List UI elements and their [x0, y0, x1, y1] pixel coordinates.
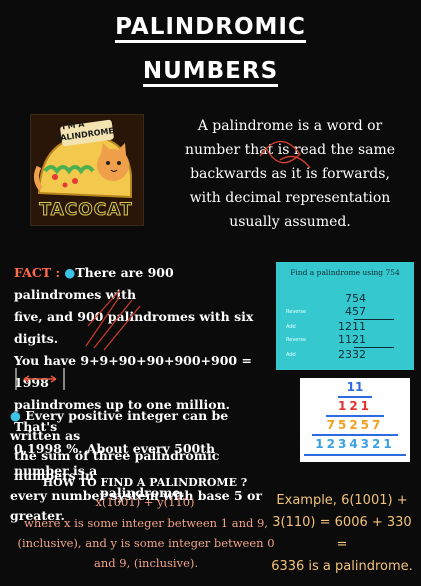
panel-row: Reverse 457: [276, 305, 414, 319]
row-label: Add: [286, 352, 296, 358]
every-bullet-icon: ●: [10, 408, 21, 423]
title-text-1: PALINDROMIC: [115, 14, 306, 43]
fact-label: FACT :: [14, 265, 61, 280]
definition-line: with decimal representation: [189, 190, 391, 206]
row-value: 1211: [338, 320, 366, 333]
pyramid-row: 11: [346, 380, 364, 394]
row-value: 457: [345, 305, 366, 318]
page-title-line1: PALINDROMIC: [0, 14, 421, 43]
panel-row: Add 1211: [276, 320, 414, 334]
tacocat-label: TACOCAT: [39, 200, 133, 221]
howto-title: HOW TO FIND A PALINDROME ?: [42, 476, 248, 489]
row-value: 754: [345, 292, 366, 305]
scribble-decoration: [259, 140, 311, 169]
pyramid-bar: [312, 434, 398, 436]
howto-body: where x is some integer between 1 and 9,…: [12, 513, 280, 573]
panel-header: Find a palindrome using 754: [290, 268, 400, 277]
howto-line: (inclusive), and y is some integer betwe…: [17, 536, 275, 550]
definition-line: usually assumed.: [229, 214, 351, 230]
scribble-decoration: [85, 289, 141, 351]
palindrome-754-panel: Find a palindrome using 754 754 Reverse …: [276, 262, 414, 370]
pyramid-row: 75257: [326, 418, 384, 432]
row-label: Add: [286, 324, 296, 330]
row-label: Reverse: [286, 309, 307, 315]
row-value: 2332: [338, 348, 366, 361]
row-value: 1121: [338, 333, 366, 346]
row-label: Reverse: [286, 337, 307, 343]
howto-line: where x is some integer between 1 and 9,: [24, 516, 268, 530]
page-title-line2: NUMBERS: [0, 58, 421, 87]
pyramid-bar: [326, 415, 384, 417]
howto-line: and 9, (inclusive).: [93, 556, 199, 570]
double-arrow-icon: [15, 368, 65, 390]
pyramid-row: 121: [337, 399, 373, 413]
panel-row: 754: [276, 292, 414, 306]
pyramid-row: 1234321: [315, 437, 395, 451]
example-line: Example, 6(1001) +: [276, 493, 408, 508]
pyramid-bar: [338, 396, 372, 398]
every-line: Every positive integer can be written as: [10, 408, 229, 443]
example-block: Example, 6(1001) + 3(110) = 6006 + 330 =…: [266, 490, 418, 578]
pyramid-bar: [304, 454, 406, 456]
example-line: 6336 is a palindrome.: [271, 559, 413, 574]
panel-row: Add 2332: [276, 348, 414, 362]
title-text-2: NUMBERS: [142, 58, 279, 87]
fact-bullet-icon: ●: [64, 265, 76, 280]
howto-formula: x(1001) + y(110): [95, 495, 195, 509]
palindrome-pyramid: 11 121 75257 1234321: [300, 378, 410, 462]
example-line: 3(110) = 6006 + 330 =: [272, 515, 412, 552]
panel-row: Reverse 1121: [276, 333, 414, 347]
